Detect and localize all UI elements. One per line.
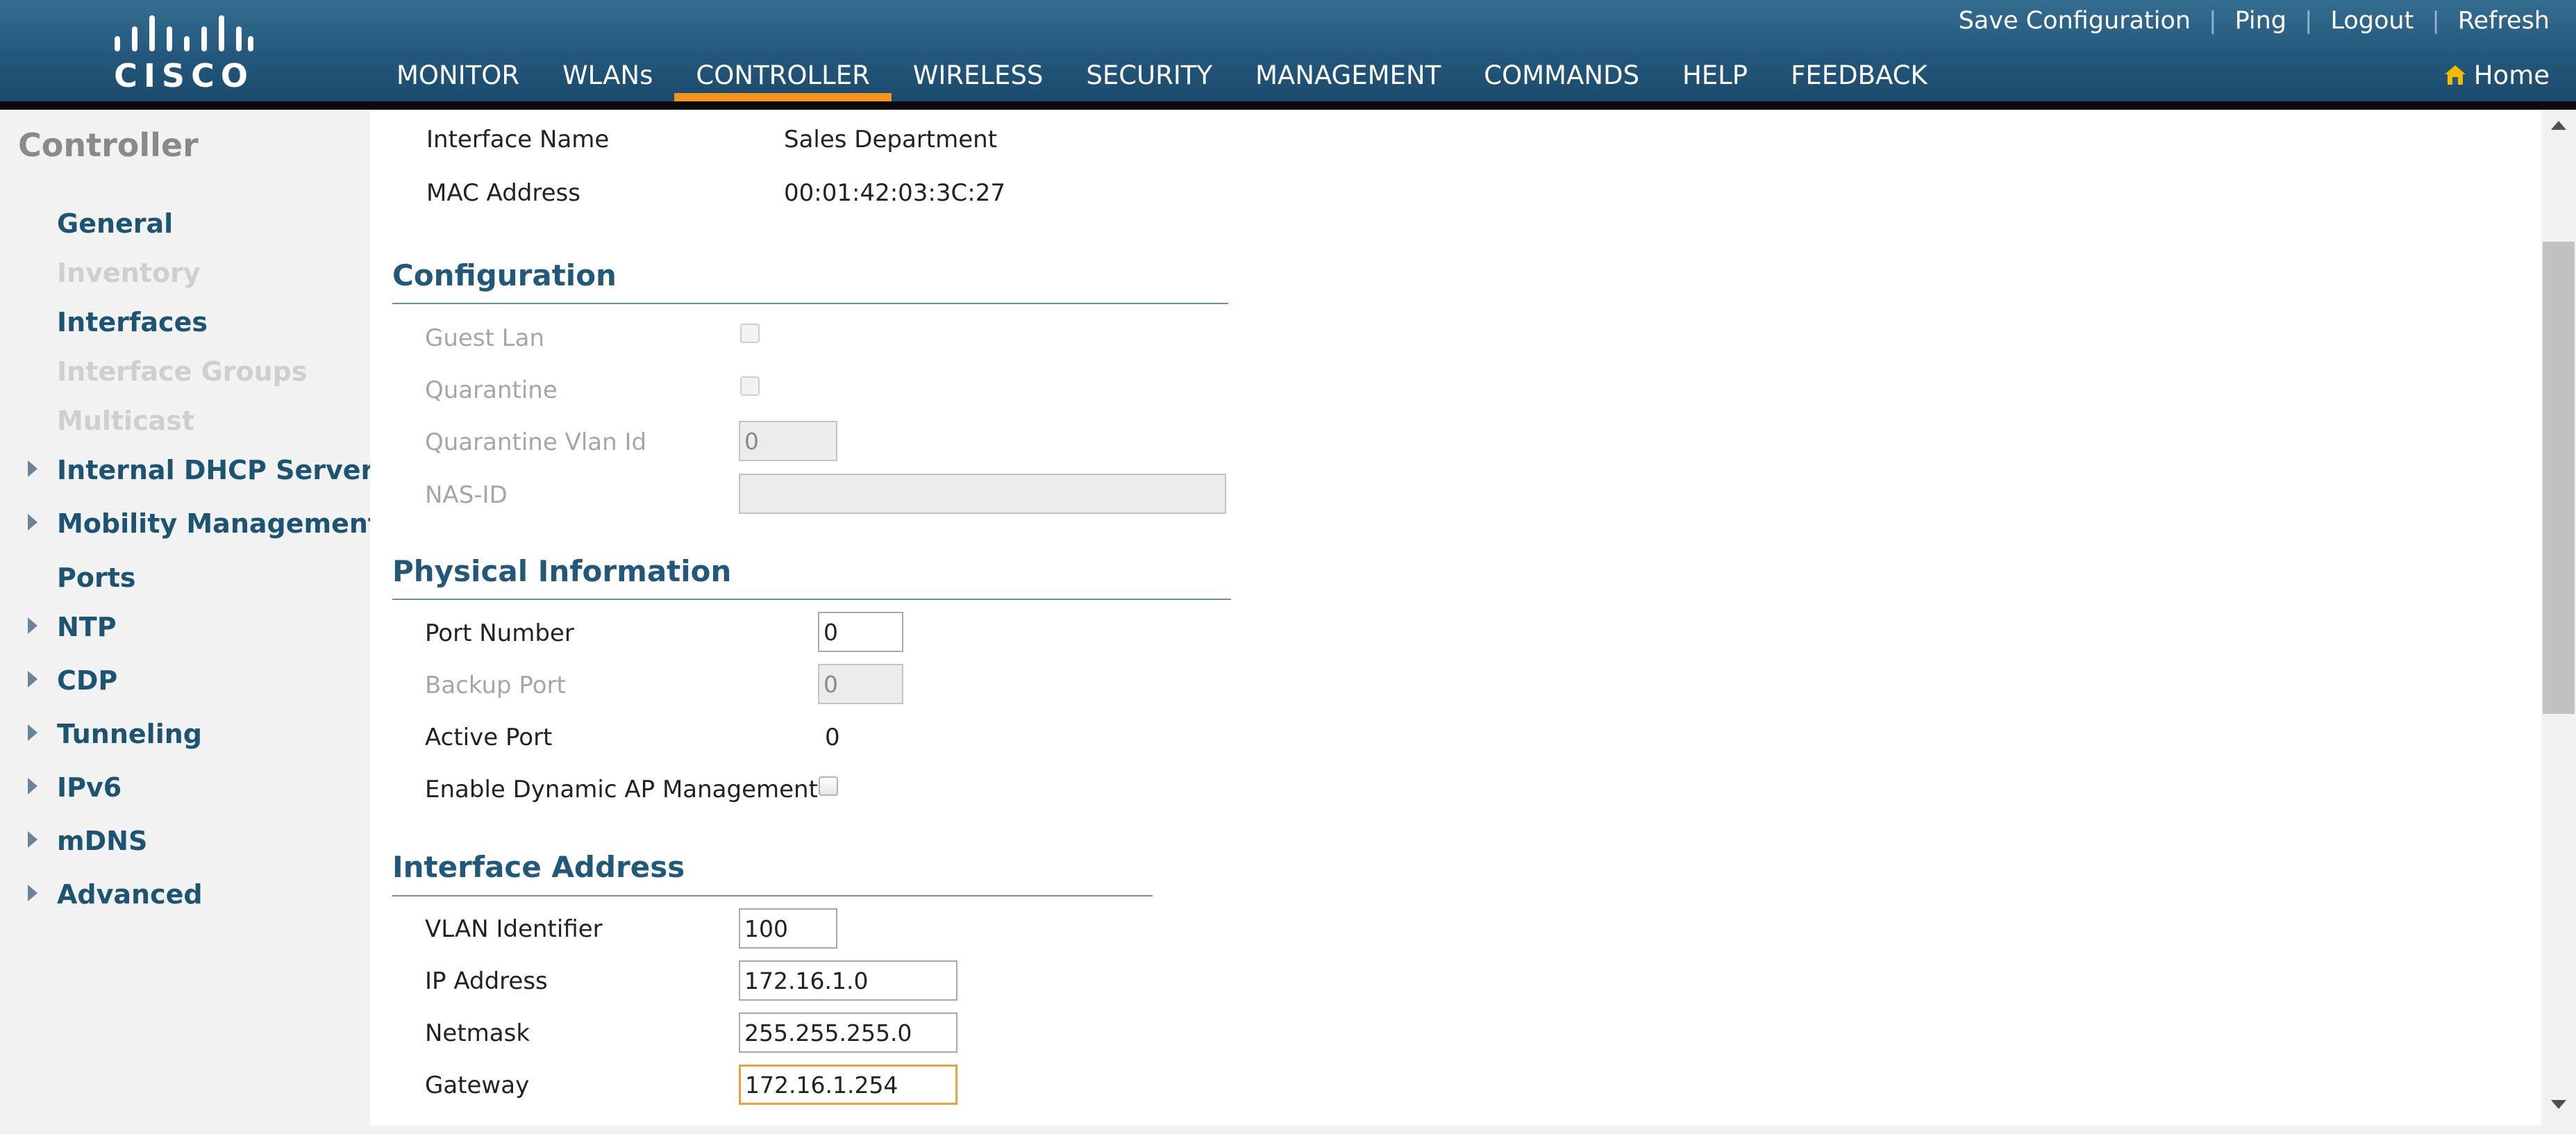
sidebar-item-multicast: Multicast — [57, 406, 195, 436]
interface-name-label: Interface Name — [426, 126, 610, 153]
backup-port-label: Backup Port — [425, 672, 566, 699]
interface-address-section-title: Interface Address — [392, 850, 685, 884]
logout-link[interactable]: Logout — [2331, 7, 2414, 35]
quarantine-vlan-id-label: Quarantine Vlan Id — [425, 428, 647, 456]
nav-monitor[interactable]: MONITOR — [375, 50, 541, 101]
port-number-label: Port Number — [425, 619, 574, 647]
cisco-logo: CISCO — [111, 8, 257, 94]
ping-link[interactable]: Ping — [2235, 7, 2286, 35]
home-label: Home — [2473, 60, 2550, 90]
top-links: Save Configuration | Ping | Logout | Ref… — [1959, 0, 2550, 42]
sidebar-item-mdns[interactable]: mDNS — [57, 826, 147, 856]
sidebar-item-tunneling[interactable]: Tunneling — [57, 719, 202, 749]
nav-commands[interactable]: COMMANDS — [1462, 50, 1661, 101]
expand-arrow-icon[interactable] — [28, 724, 37, 741]
ip-address-label: IP Address — [425, 967, 548, 995]
quarantine-checkbox — [740, 376, 760, 396]
nav-wireless[interactable]: WIRELESS — [892, 50, 1065, 101]
expand-arrow-icon[interactable] — [28, 617, 37, 634]
nav-help[interactable]: HELP — [1661, 50, 1769, 101]
vlan-identifier-label: VLAN Identifier — [425, 915, 603, 943]
sidebar-item-ports[interactable]: Ports — [57, 562, 135, 593]
gateway-field[interactable] — [739, 1065, 957, 1105]
home-link[interactable]: Home — [2443, 56, 2550, 94]
top-header: CISCO Save Configuration | Ping | Logout… — [0, 0, 2576, 101]
nav-management[interactable]: MANAGEMENT — [1234, 50, 1462, 101]
sidebar-item-interfaces[interactable]: Interfaces — [57, 307, 208, 337]
scroll-up-arrow-icon[interactable] — [2551, 121, 2566, 130]
sidebar-item-internal-dhcp-server[interactable]: Internal DHCP Server — [57, 455, 374, 485]
mac-address-value: 00:01:42:03:3C:27 — [784, 179, 1005, 207]
interface-name-value: Sales Department — [784, 126, 998, 153]
sidebar-item-general[interactable]: General — [57, 208, 173, 239]
guest-lan-label: Guest Lan — [425, 324, 544, 352]
expand-arrow-icon[interactable] — [28, 460, 37, 477]
quarantine-label: Quarantine — [425, 376, 558, 404]
sidebar-title: Controller — [18, 126, 199, 164]
ip-address-field[interactable] — [739, 960, 957, 1001]
cisco-bars-icon — [115, 15, 253, 51]
physical-information-section-title: Physical Information — [392, 554, 732, 588]
expand-arrow-icon[interactable] — [28, 831, 37, 848]
dynamic-ap-management-checkbox[interactable] — [819, 776, 838, 796]
top-link-separator: | — [2432, 7, 2440, 35]
sidebar-item-advanced[interactable]: Advanced — [57, 879, 203, 910]
expand-arrow-icon[interactable] — [28, 514, 37, 531]
sidebar: Controller General Inventory Interfaces … — [0, 110, 380, 1134]
save-configuration-link[interactable]: Save Configuration — [1959, 7, 2191, 35]
nav-feedback[interactable]: FEEDBACK — [1769, 50, 1949, 101]
active-port-label: Active Port — [425, 724, 553, 751]
refresh-link[interactable]: Refresh — [2458, 7, 2550, 35]
scroll-down-arrow-icon[interactable] — [2551, 1100, 2566, 1109]
sidebar-item-ipv6[interactable]: IPv6 — [57, 772, 122, 803]
physical-information-divider — [392, 599, 1231, 600]
home-icon — [2444, 65, 2466, 85]
interface-address-divider — [392, 895, 1153, 897]
configuration-section-title: Configuration — [392, 258, 617, 292]
nav-controller[interactable]: CONTROLLER — [674, 50, 892, 101]
backup-port-field — [818, 664, 903, 704]
quarantine-vlan-id-field — [739, 421, 837, 461]
bottom-strip — [370, 1126, 2576, 1134]
scrollbar-thumb[interactable] — [2543, 242, 2575, 714]
expand-arrow-icon[interactable] — [28, 885, 37, 901]
gateway-label: Gateway — [425, 1072, 530, 1099]
sidebar-item-interface-groups: Interface Groups — [57, 356, 308, 387]
sidebar-item-cdp[interactable]: CDP — [57, 665, 117, 696]
top-link-separator: | — [2209, 7, 2217, 35]
configuration-divider — [392, 303, 1228, 304]
port-number-field[interactable] — [818, 612, 903, 652]
expand-arrow-icon[interactable] — [28, 671, 37, 687]
top-link-separator: | — [2305, 7, 2313, 35]
nav-security[interactable]: SECURITY — [1064, 50, 1234, 101]
dynamic-ap-management-label: Enable Dynamic AP Management — [425, 776, 818, 803]
netmask-label: Netmask — [425, 1019, 530, 1047]
nas-id-label: NAS-ID — [425, 481, 508, 509]
active-port-value: 0 — [825, 724, 840, 751]
nav-wlans[interactable]: WLANs — [541, 50, 674, 101]
sidebar-item-ntp[interactable]: NTP — [57, 612, 117, 642]
guest-lan-checkbox — [740, 324, 760, 343]
netmask-field[interactable] — [739, 1012, 957, 1053]
vlan-identifier-field[interactable] — [739, 908, 837, 949]
header-divider — [0, 101, 2576, 110]
cisco-wordmark: CISCO — [114, 57, 254, 94]
sidebar-item-mobility-management[interactable]: Mobility Management — [57, 508, 380, 539]
vertical-scrollbar[interactable] — [2541, 110, 2576, 1126]
interface-edit-panel: Interface Name Sales Department MAC Addr… — [370, 110, 2541, 1126]
mac-address-label: MAC Address — [426, 179, 580, 207]
main-nav: MONITOR WLANs CONTROLLER WIRELESS SECURI… — [375, 50, 1949, 101]
expand-arrow-icon[interactable] — [28, 778, 37, 794]
sidebar-item-inventory: Inventory — [57, 258, 201, 288]
nas-id-field — [739, 474, 1226, 514]
